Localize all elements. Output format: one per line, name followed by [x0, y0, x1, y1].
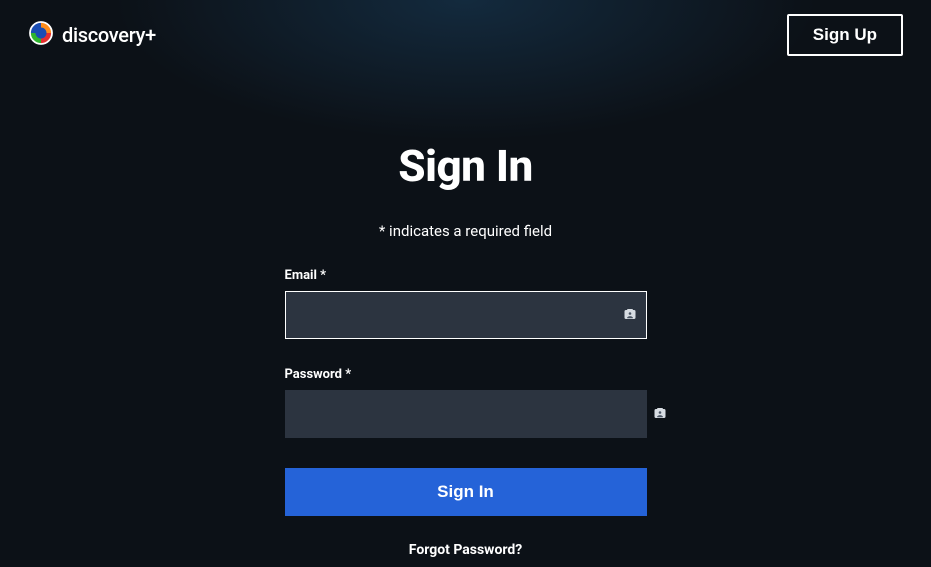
required-fields-note: * indicates a required field [379, 222, 552, 240]
brand-name: discovery+ [62, 23, 156, 47]
password-input-wrapper [285, 390, 647, 438]
discovery-globe-icon [28, 20, 54, 50]
header: discovery+ Sign Up [0, 0, 931, 70]
password-field[interactable] [285, 390, 647, 438]
email-label: Email * [285, 268, 647, 283]
autofill-password-icon[interactable] [653, 407, 667, 421]
page-title: Sign In [398, 140, 532, 192]
autofill-contact-icon[interactable] [623, 308, 637, 322]
email-field[interactable] [285, 291, 647, 339]
brand-logo[interactable]: discovery+ [28, 20, 156, 50]
password-label: Password * [285, 367, 647, 382]
email-input-wrapper [285, 291, 647, 339]
signup-button[interactable]: Sign Up [787, 14, 903, 56]
signin-button[interactable]: Sign In [285, 468, 647, 516]
signin-form: Email * Password * [285, 268, 647, 558]
main-content: Sign In * indicates a required field Ema… [0, 70, 931, 558]
forgot-password-link[interactable]: Forgot Password? [285, 542, 647, 558]
